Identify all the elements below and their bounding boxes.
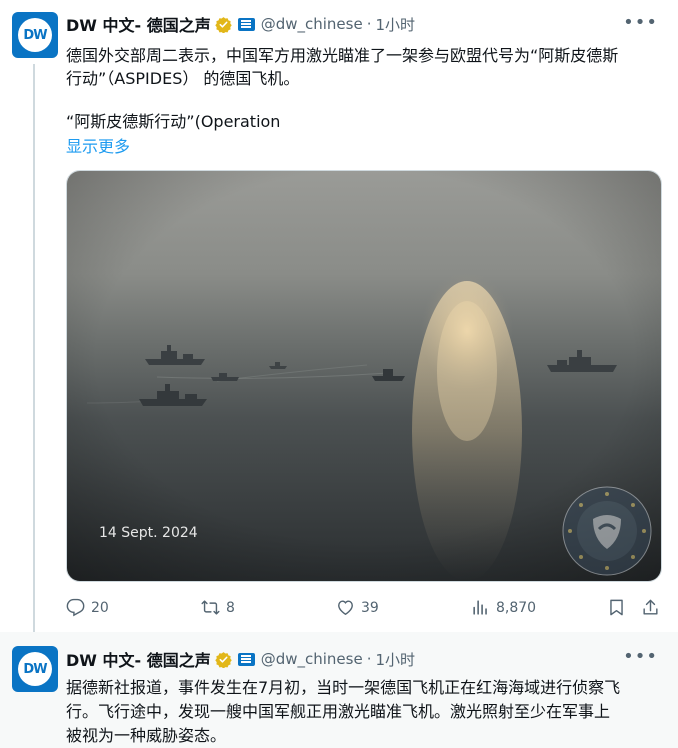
share-button[interactable] [641, 598, 660, 617]
more-options-icon[interactable]: ••• [623, 646, 658, 667]
heart-icon [338, 600, 353, 616]
affiliate-badge-icon[interactable] [237, 652, 255, 666]
dw-logo-text: DW [23, 27, 47, 43]
author-name[interactable]: DW 中文- 德国之声 [66, 12, 211, 36]
views-button[interactable]: 8,870 [471, 598, 536, 617]
author-handle[interactable]: @dw_chinese [261, 650, 363, 668]
tweet-photo[interactable]: 14 Sept. 2024 [66, 170, 662, 582]
share-icon [643, 599, 658, 615]
more-options-icon[interactable]: ••• [623, 12, 658, 33]
tweet-timestamp[interactable]: 1小时 [376, 649, 416, 670]
tweet-text-line: 被视为一种威胁姿态。 [66, 726, 227, 745]
view-count: 8,870 [496, 599, 537, 616]
like-button[interactable]: 39 [336, 598, 379, 617]
tweet-2[interactable]: DW DW 中文- 德国之声 @dw_chinese · 1小时 ••• 据德新… [0, 632, 678, 748]
analytics-icon [473, 600, 487, 615]
tweet-text-line: 德国外交部周二表示，中国军方用激光瞄准了一架参与欧盟代号为“阿斯皮德斯 [66, 46, 619, 65]
tweet-header: DW 中文- 德国之声 @dw_chinese · 1小时 [66, 13, 415, 35]
dw-logo: DW [18, 18, 52, 52]
tweet-action-bar: 20 8 39 8,870 [66, 598, 666, 620]
thread-connector-line [33, 64, 35, 632]
verified-badge-icon[interactable] [215, 651, 232, 668]
tweet-text: 据德新社报道，事件发生在7月初，当时一架德国飞机正在红海海域进行侦察飞 行。飞行… [66, 676, 672, 748]
tweet-text: 德国外交部周二表示，中国军方用激光瞄准了一架参与欧盟代号为“阿斯皮德斯 行动”（… [66, 44, 666, 90]
tweet-timestamp[interactable]: 1小时 [376, 14, 416, 35]
bookmark-button[interactable] [607, 598, 626, 617]
sea-photo [67, 171, 661, 581]
avatar[interactable]: DW [12, 12, 58, 58]
aspides-emblem-icon [562, 486, 652, 576]
repost-button[interactable]: 8 [201, 598, 235, 617]
tweet-header: DW 中文- 德国之声 @dw_chinese · 1小时 [66, 648, 415, 670]
dw-logo-text: DW [23, 661, 47, 677]
separator-dot: · [366, 650, 372, 668]
verified-badge-icon[interactable] [215, 16, 232, 33]
tweet-1[interactable]: DW DW 中文- 德国之声 @dw_chinese · 1小时 ••• 德国外… [0, 0, 678, 632]
reply-count: 20 [91, 599, 109, 616]
reply-button[interactable]: 20 [66, 598, 109, 617]
tweet-text-line: 行动”（ASPIDES） 的德国飞机。 [66, 69, 300, 88]
reply-icon [66, 598, 85, 617]
tweet-text-line: 行。飞行途中，发现一艘中国军舰正用激光瞄准飞机。激光照射至少在军事上 [66, 702, 611, 721]
tweet-text-continued: “阿斯皮德斯行动”(Operation [66, 112, 281, 131]
separator-dot: · [366, 15, 372, 33]
show-more-link[interactable]: 显示更多 [66, 133, 130, 157]
dw-logo: DW [18, 652, 52, 686]
affiliate-badge-icon[interactable] [237, 17, 255, 31]
author-handle[interactable]: @dw_chinese [261, 15, 363, 33]
like-count: 39 [361, 599, 379, 616]
tweet-text-line: 据德新社报道，事件发生在7月初，当时一架德国飞机正在红海海域进行侦察飞 [66, 678, 621, 697]
photo-date-caption: 14 Sept. 2024 [99, 525, 198, 541]
avatar[interactable]: DW [12, 646, 58, 692]
repost-icon [201, 600, 220, 615]
author-name[interactable]: DW 中文- 德国之声 [66, 647, 211, 671]
repost-count: 8 [226, 599, 235, 616]
bookmark-icon [610, 599, 623, 616]
